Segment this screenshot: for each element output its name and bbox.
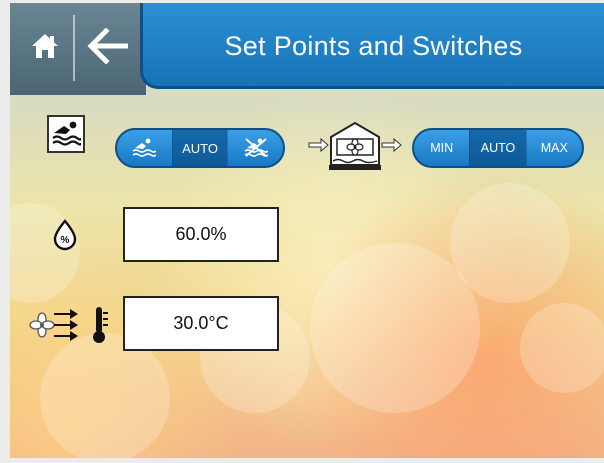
screen-background: Set Points and Switches AUTO MIN AUTO MA… [10,3,604,458]
humidity-drop-icon: % [51,219,79,256]
pool-cover-off-option[interactable] [227,130,283,166]
pool-cover-on-icon [132,137,157,160]
nav-area [10,3,146,95]
header-bar: Set Points and Switches [10,3,604,95]
air-temperature-setpoint-field[interactable]: 30.0°C [123,296,279,351]
pool-auto-option[interactable]: AUTO [171,130,228,166]
fan-airflow-thermometer-icon [26,303,122,352]
fan-min-option[interactable]: MIN [414,130,469,166]
home-icon [31,33,59,64]
swimmer-icon [51,118,83,151]
ventilation-unit [307,117,411,177]
back-arrow-icon [86,26,130,69]
fan-mode-toggle: MIN AUTO MAX [412,128,584,168]
pool-cover-off-icon [244,137,269,160]
title-tab: Set Points and Switches [140,3,604,89]
home-button[interactable] [20,21,70,75]
page-title: Set Points and Switches [224,31,523,61]
fan-auto-option[interactable]: AUTO [469,130,526,166]
dehumidifier-unit-icon [307,121,411,181]
back-button[interactable] [78,21,138,75]
pool-mode-icon-box [47,115,85,153]
fan-max-option[interactable]: MAX [525,130,582,166]
pool-mode-toggle: AUTO [115,128,285,168]
svg-text:%: % [61,235,70,246]
pool-cover-on-option[interactable] [117,130,172,166]
humidity-setpoint-field[interactable]: 60.0% [123,207,279,262]
nav-divider [73,15,75,81]
